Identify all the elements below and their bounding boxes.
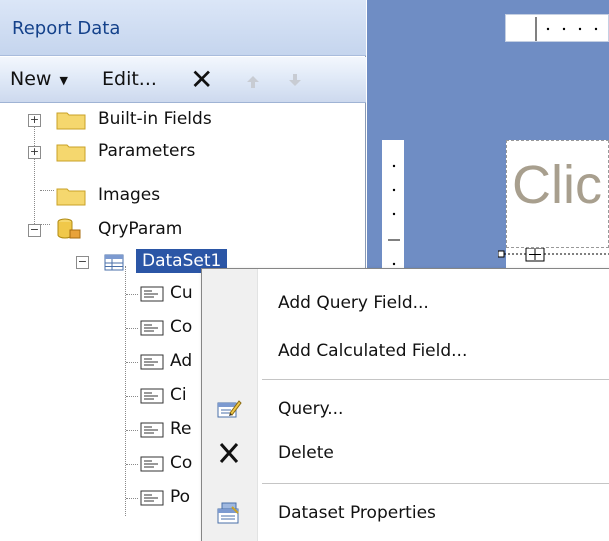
tree-item-built-in-fields[interactable]: + Built-in Fields	[0, 104, 366, 136]
menu-separator	[262, 379, 609, 380]
panel-header: Report Data	[0, 0, 366, 56]
tree-connector	[126, 362, 138, 363]
delete-toolbar-button[interactable]: ✕	[190, 63, 213, 96]
menu-item-query[interactable]: Query...	[202, 389, 609, 429]
tree-connector	[126, 498, 138, 499]
tree-connector	[126, 294, 138, 295]
field-icon	[140, 388, 164, 404]
field-label: Cu	[170, 283, 193, 303]
menu-item-label: Add Query Field...	[278, 293, 429, 313]
menu-item-label: Add Calculated Field...	[278, 341, 468, 361]
field-icon	[140, 456, 164, 472]
edit-button[interactable]: Edit...	[102, 68, 157, 90]
folder-icon	[56, 144, 86, 162]
menu-item-label: Query...	[278, 399, 344, 419]
field-label: Co	[170, 317, 193, 337]
expand-icon[interactable]: +	[28, 146, 41, 159]
tree-item-images[interactable]: Images	[0, 180, 366, 212]
tree-item-label: Built-in Fields	[98, 109, 212, 129]
field-icon	[140, 354, 164, 370]
field-icon	[140, 422, 164, 438]
folder-icon	[56, 188, 86, 206]
delete-icon	[219, 443, 239, 463]
new-button-label: New	[10, 68, 52, 90]
menu-item-label: Dataset Properties	[278, 503, 436, 523]
menu-item-add-calculated-field[interactable]: Add Calculated Field...	[202, 331, 609, 371]
move-down-icon[interactable]	[288, 73, 302, 87]
collapse-icon[interactable]: −	[28, 224, 41, 237]
tree-connector	[126, 396, 138, 397]
collapse-icon[interactable]: −	[76, 256, 89, 269]
expand-icon[interactable]: +	[28, 114, 41, 127]
report-title-text: Clic	[512, 155, 602, 215]
tree-item-label: Parameters	[98, 141, 196, 161]
field-label: Co	[170, 453, 193, 473]
menu-separator	[262, 483, 609, 484]
field-icon	[140, 286, 164, 302]
field-label: Ci	[170, 385, 187, 405]
field-label: Po	[170, 487, 191, 507]
move-up-icon[interactable]	[246, 75, 260, 89]
resize-handle-icon[interactable]	[498, 248, 609, 262]
menu-item-add-query-field[interactable]: Add Query Field...	[202, 283, 609, 323]
field-icon	[140, 490, 164, 506]
tree-connector	[126, 464, 138, 465]
datasource-icon	[57, 218, 81, 239]
tree-connector	[126, 328, 138, 329]
field-label: Re	[170, 419, 192, 439]
dataset-context-menu: Add Query Field... Add Calculated Field.…	[201, 268, 609, 541]
new-dropdown-button[interactable]: New ▼	[10, 68, 68, 90]
menu-item-dataset-properties[interactable]: Dataset Properties	[202, 493, 609, 533]
tree-item-label: Images	[98, 185, 161, 205]
field-icon	[140, 320, 164, 336]
panel-title: Report Data	[12, 18, 121, 39]
field-label: Ad	[170, 351, 193, 371]
panel-toolbar: New ▼ Edit... ✕	[0, 57, 366, 103]
dropdown-caret-icon: ▼	[59, 73, 68, 87]
menu-item-label: Delete	[278, 443, 334, 463]
menu-item-delete[interactable]: Delete	[202, 433, 609, 473]
tree-item-qryparam[interactable]: − QryParam	[0, 214, 366, 246]
folder-icon	[56, 112, 86, 130]
ruler-ticks	[535, 17, 598, 41]
tree-item-label: QryParam	[98, 219, 183, 239]
dataset-icon	[104, 254, 124, 271]
query-edit-icon	[217, 400, 242, 418]
properties-icon	[217, 502, 239, 524]
horizontal-ruler	[505, 14, 609, 42]
tree-item-parameters[interactable]: + Parameters	[0, 136, 366, 168]
tree-connector	[126, 430, 138, 431]
